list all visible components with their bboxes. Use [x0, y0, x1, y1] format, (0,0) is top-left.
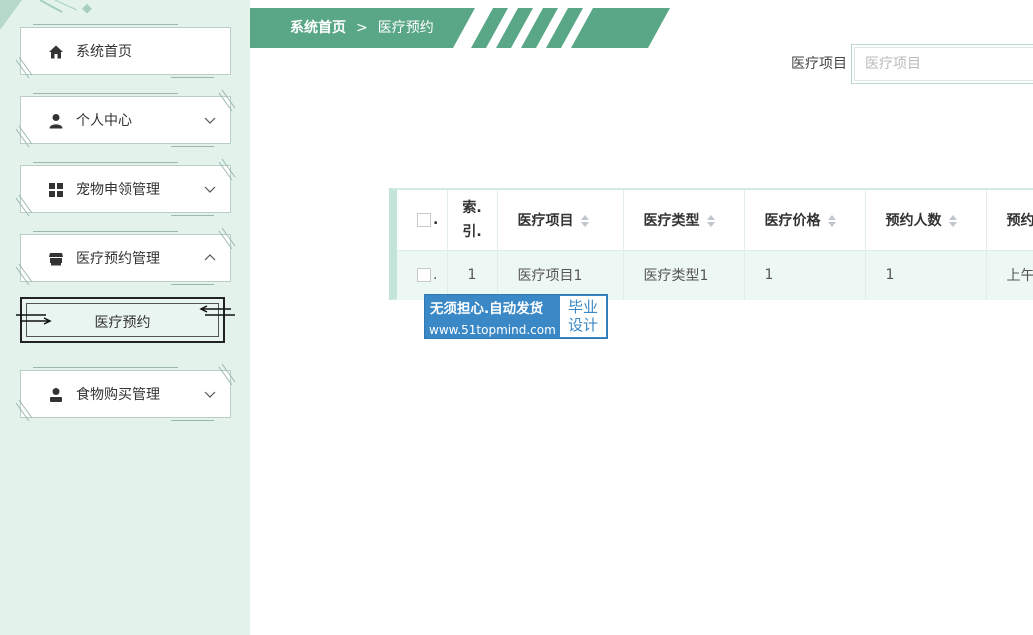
table-row[interactable]: . 1 医疗项目1 医疗类型1 1 1 上午 — [397, 249, 1033, 300]
chevron-down-icon — [204, 117, 216, 124]
sort-icon — [706, 214, 715, 227]
breadcrumb: 系统首页 > 医疗预约 — [290, 19, 434, 37]
stripe-decoration — [218, 363, 236, 386]
table-header-row: . 索.引. 医疗项目 医疗类型 医疗价格 预约人数 预约 — [397, 190, 1033, 250]
stripe-decoration — [218, 89, 236, 112]
chevron-down-icon — [204, 186, 216, 193]
grid-icon — [49, 183, 63, 197]
search-label: 医疗项目 — [791, 56, 847, 72]
sidebar-item-label: 系统首页 — [76, 44, 132, 60]
stripe-decoration — [15, 56, 33, 79]
sidebar-item-personal-center[interactable]: 个人中心 — [15, 89, 236, 148]
arrow-right-icon — [16, 314, 52, 325]
stripe-decoration — [15, 194, 33, 217]
table-cell: 医疗类型1 — [623, 249, 745, 300]
search-field-frame — [851, 44, 1033, 84]
sort-icon — [580, 214, 589, 227]
user-badge-icon — [50, 388, 62, 402]
table-cell: 1 — [447, 249, 498, 300]
sidebar-item-label: 医疗预约管理 — [76, 251, 160, 267]
column-header-index: 索.引. — [447, 190, 498, 250]
home-icon — [49, 45, 63, 59]
breadcrumb-current: 医疗预约 — [377, 20, 434, 36]
stripe-decoration — [218, 227, 236, 250]
stripe-decoration — [15, 125, 33, 148]
watermark-box-text: 设计 — [567, 316, 598, 334]
person-icon — [49, 114, 63, 129]
table-cell: 1 — [744, 249, 866, 300]
arrow-left-icon — [199, 305, 235, 316]
select-all-cell: . — [397, 190, 448, 250]
chevron-up-icon — [204, 254, 216, 261]
row-checkbox[interactable] — [417, 268, 431, 283]
breadcrumb-separator: > — [356, 20, 368, 36]
stripe-decoration — [15, 399, 33, 422]
table-cell: 1 — [865, 249, 987, 300]
table-cell: 上午 — [986, 249, 1033, 300]
column-header-medical-type[interactable]: 医疗类型 — [623, 190, 745, 250]
sidebar-item-label: 食物购买管理 — [76, 387, 160, 403]
watermark-url: www.51topmind.com — [429, 323, 556, 337]
sort-icon — [827, 214, 836, 227]
select-all-checkbox[interactable] — [417, 212, 431, 227]
search-input[interactable] — [854, 47, 1033, 81]
sidebar-item-medical-appointment[interactable]: 医疗预约管理 — [15, 227, 236, 286]
watermark-text: 无须担心.自动发货 — [430, 301, 544, 317]
data-table: . 索.引. 医疗项目 医疗类型 医疗价格 预约人数 预约 . 1 医疗项目1 … — [389, 188, 1033, 300]
chevron-down-icon — [204, 391, 216, 398]
sort-icon — [948, 214, 957, 227]
column-header-medical-price[interactable]: 医疗价格 — [744, 190, 866, 250]
store-icon — [49, 253, 63, 266]
sidebar-item-pet-adoption[interactable]: 宠物申领管理 — [15, 158, 236, 217]
column-header-medical-item[interactable]: 医疗项目 — [497, 190, 624, 250]
sidebar-item-label: 个人中心 — [76, 113, 132, 129]
row-select-cell: . — [397, 249, 448, 300]
sidebar-item-label: 宠物申领管理 — [76, 182, 160, 198]
sidebar-subitem-medical-appointment[interactable]: 医疗预约 — [16, 297, 235, 343]
sidebar-item-food-purchase[interactable]: 食物购买管理 — [15, 363, 236, 422]
watermark-box-text: 毕业 — [567, 298, 598, 316]
sidebar-item-home[interactable]: 系统首页 — [15, 24, 231, 79]
column-header-appointment-count[interactable]: 预约人数 — [865, 190, 987, 250]
stripe-decoration — [15, 263, 33, 286]
sidebar: 系统首页 个人中心 宠物申领管理 医疗预约管理 医疗预约 食物购买管理 — [0, 0, 250, 635]
watermark-badge: 无须担心.自动发货 www.51topmind.com 毕业 设计 — [424, 294, 608, 339]
stripe-decoration — [218, 158, 236, 181]
table-cell: 医疗项目1 — [497, 249, 624, 300]
watermark-box: 毕业 设计 — [560, 296, 606, 337]
breadcrumb-home-link[interactable]: 系统首页 — [290, 19, 346, 37]
column-header-appointment-time[interactable]: 预约 — [986, 190, 1033, 250]
